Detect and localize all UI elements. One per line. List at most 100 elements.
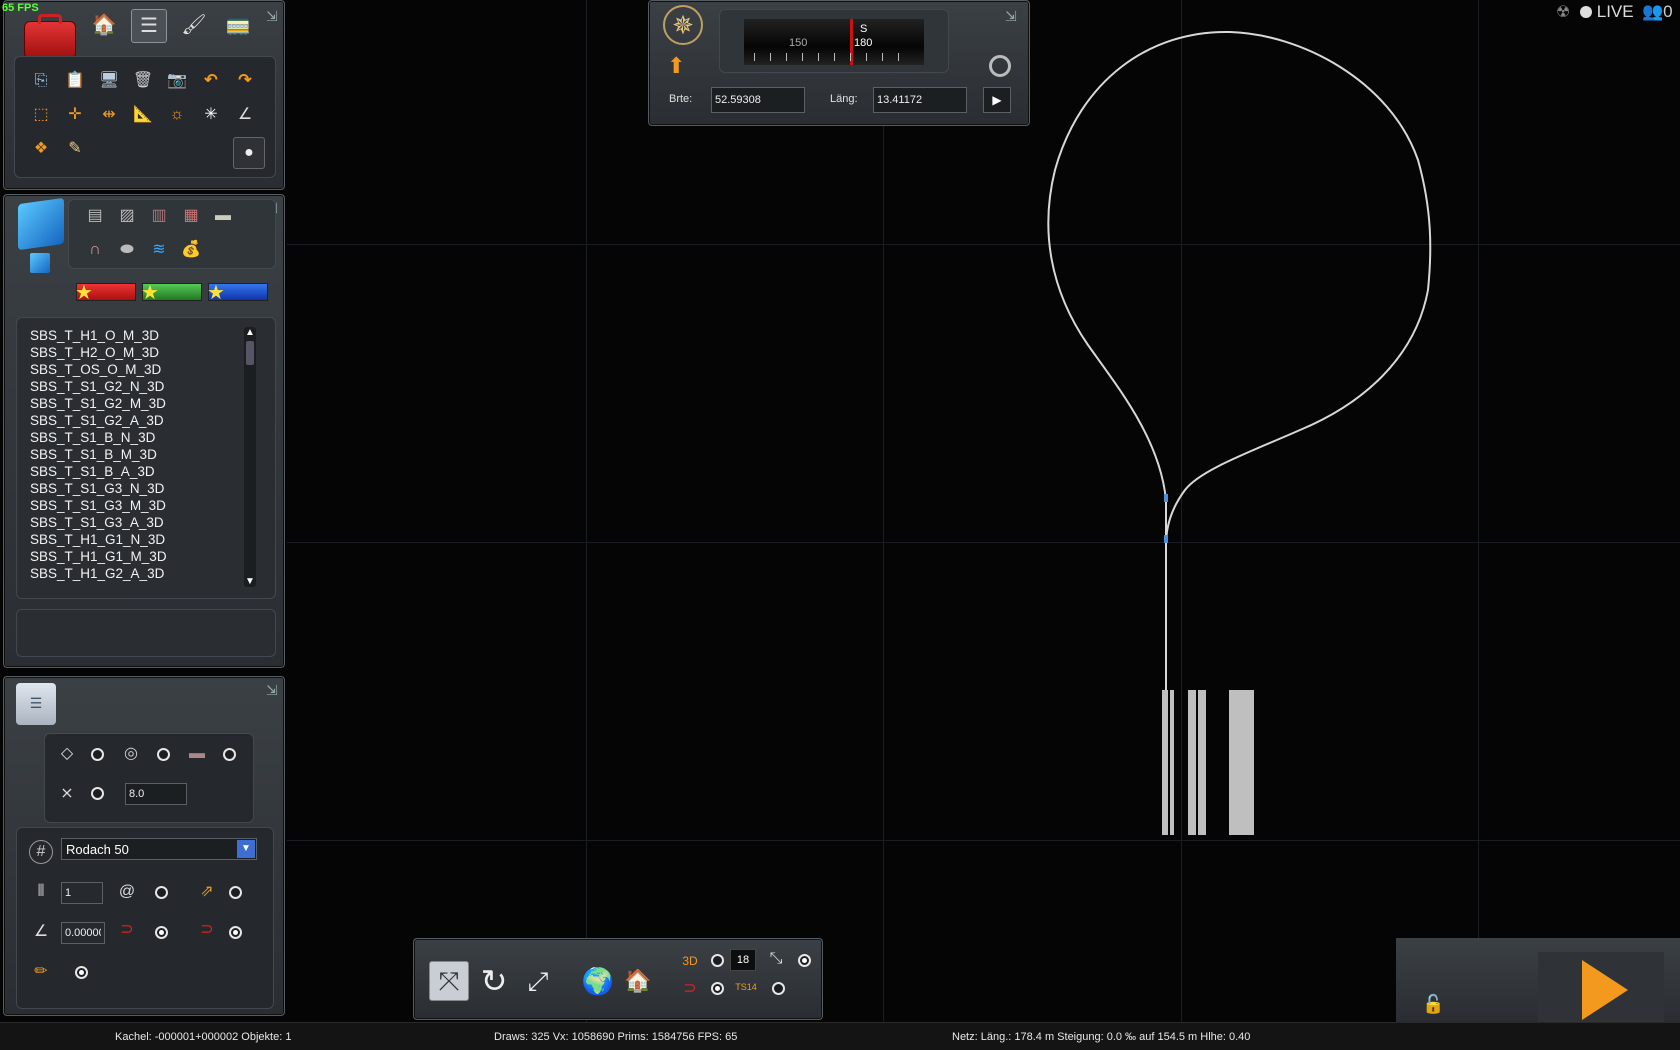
delete-icon[interactable]: 🗑 (131, 69, 155, 93)
track-straight-icon[interactable]: ▤ (83, 204, 107, 228)
list-item[interactable]: SBS_T_S1_B_M_3D (30, 446, 240, 463)
brick-icon[interactable]: ▦ (179, 204, 203, 228)
ramp-radio[interactable] (229, 886, 242, 899)
lock-icon[interactable]: 🔓 (1422, 994, 1450, 1018)
pin-icon[interactable]: ⇲ (1005, 9, 1017, 23)
list-item[interactable]: SBS_T_S1_G3_A_3D (30, 514, 240, 531)
scroll-down-icon[interactable]: ▼ (245, 576, 255, 587)
heading-strip[interactable]: S 150 180 (744, 19, 924, 65)
cube-icon[interactable] (18, 197, 64, 251)
join-icon[interactable]: ⇹ (97, 103, 121, 127)
track-count-input[interactable] (61, 882, 103, 904)
move-object-radio[interactable] (798, 954, 811, 967)
screen-icon[interactable]: 🖥 (97, 69, 121, 93)
scroll-thumb[interactable] (246, 341, 254, 365)
checklist-icon[interactable]: ☰ (16, 683, 56, 725)
home-icon[interactable]: 🏠 (90, 11, 118, 39)
bag-icon[interactable]: 💰 (179, 238, 203, 262)
track-icon[interactable]: ☰ (131, 9, 167, 43)
select-box-icon[interactable]: ⬚ (29, 103, 53, 127)
favorite-blue[interactable]: ★ (207, 282, 268, 304)
go-button[interactable]: ▶ (983, 87, 1011, 113)
dropdown-icon[interactable]: ▼ (237, 840, 255, 858)
live-indicator[interactable]: LIVE (1580, 2, 1634, 22)
list-item[interactable]: SBS_T_OS_O_M_3D (30, 361, 240, 378)
heading-ticks (754, 53, 914, 61)
list-item[interactable]: SBS_T_H1_O_M_3D (30, 327, 240, 344)
list-item[interactable]: SBS_T_H1_G1_N_3D (30, 531, 240, 548)
favorite-red[interactable]: ★ (75, 282, 136, 304)
sun-icon[interactable]: ☼ (165, 103, 189, 127)
upload-icon[interactable]: ⬆ (667, 53, 685, 79)
pen-radio[interactable] (75, 966, 88, 979)
snap-icon[interactable]: ✳ (199, 103, 223, 127)
ruler-icon[interactable]: 📐 (131, 103, 155, 127)
grid-3d-radio[interactable] (711, 954, 724, 967)
list-item[interactable]: SBS_T_H1_G2_A_3D (30, 565, 240, 582)
angle-icon[interactable]: ∠ (233, 103, 257, 127)
redo-icon[interactable]: ↷ (233, 69, 257, 93)
track-plank-icon[interactable]: ▥ (147, 204, 171, 228)
fit-view-icon[interactable]: ⤧ (429, 961, 469, 1001)
train-icon[interactable]: 🚃 (224, 11, 252, 39)
magnet-radio[interactable] (711, 982, 724, 995)
rotate-icon[interactable]: ↻ (474, 961, 514, 1001)
users-indicator[interactable]: 👥0 (1642, 2, 1673, 22)
globe-icon[interactable]: 🌍 (580, 963, 616, 999)
stone-icon[interactable]: ▬ (211, 204, 235, 228)
longitude-input[interactable] (873, 87, 967, 113)
pin-icon[interactable]: ⇲ (266, 9, 278, 23)
road-icon[interactable]: ⬬ (115, 238, 139, 262)
pin-icon[interactable]: ⇲ (266, 683, 278, 697)
list-item[interactable]: SBS_T_S1_B_N_3D (30, 429, 240, 446)
toolbox-icon[interactable] (20, 9, 78, 61)
track-diagonal-icon[interactable]: ▨ (115, 204, 139, 228)
stack-icon[interactable]: ❖ (29, 137, 53, 161)
latitude-input[interactable] (711, 87, 805, 113)
paste-icon[interactable]: 📋 (63, 69, 87, 93)
magnet-track-radio[interactable] (155, 926, 168, 939)
list-item[interactable]: SBS_T_S1_G2_A_3D (30, 412, 240, 429)
copy-icon[interactable]: ⎘ (29, 69, 53, 93)
angle-input[interactable] (61, 922, 105, 944)
list-item[interactable]: SBS_T_S1_G3_M_3D (30, 497, 240, 514)
ts14-radio[interactable] (772, 982, 785, 995)
list-item[interactable]: SBS_T_S1_G2_N_3D (30, 378, 240, 395)
compass-rose-icon[interactable]: ✵ (663, 5, 703, 45)
list-item[interactable]: SBS_T_S1_B_A_3D (30, 463, 240, 480)
measure-icon[interactable]: ✎ (63, 137, 87, 161)
grid-icon: ⨯ (60, 785, 74, 802)
list-item[interactable]: SBS_T_S1_G3_N_3D (30, 480, 240, 497)
play-button[interactable] (1538, 952, 1664, 1022)
list-item[interactable]: SBS_T_S1_G2_M_3D (30, 395, 240, 412)
camera-icon[interactable]: 📷 (165, 69, 189, 93)
circle-radio[interactable] (157, 748, 170, 761)
viewport[interactable] (287, 0, 1680, 1022)
snap-value-input[interactable] (125, 783, 187, 805)
paintbrush-icon[interactable]: 🖌 (180, 11, 208, 39)
app-window: 65 FPS 🏠 ☰ 🖌 🚃 ⇲ ⎘ 📋 🖥 🗑 📷 ↶ ↷ ⬚ ✛ ⇹ 📐 ☼… (0, 0, 1680, 1050)
bug-icon[interactable]: ☢ (1556, 2, 1570, 22)
list-scrollbar[interactable]: ▲ ▼ (244, 327, 256, 587)
tracks-count-icon: ⦀ (37, 883, 45, 900)
spiral-radio[interactable] (155, 886, 168, 899)
list-item[interactable]: SBS_T_H1_G1_M_3D (30, 548, 240, 565)
favorite-green[interactable]: ★ (141, 282, 202, 304)
arch-icon[interactable]: ∩ (83, 238, 107, 262)
list-item[interactable]: SBS_T_H2_O_M_3D (30, 344, 240, 361)
scroll-up-icon[interactable]: ▲ (245, 327, 255, 338)
water-icon[interactable]: ≋ (147, 238, 171, 262)
resize-icon[interactable]: ⤢ (518, 961, 558, 1001)
grid-radio[interactable] (91, 787, 104, 800)
magnet-rail-radio[interactable] (229, 926, 242, 939)
marker-icon[interactable]: ● (233, 137, 265, 169)
zoom-field[interactable]: 18 (730, 949, 756, 971)
track-radio[interactable] (223, 748, 236, 761)
home-view-icon[interactable]: 🏠 (620, 963, 656, 999)
settings-dial-icon[interactable] (989, 55, 1011, 77)
plane-radio[interactable] (91, 748, 104, 761)
split-icon[interactable]: ✛ (63, 103, 87, 127)
track-type-select[interactable]: Rodach 50 ▼ (61, 838, 257, 860)
small-cube-icon[interactable] (30, 253, 50, 273)
undo-icon[interactable]: ↶ (199, 69, 223, 93)
